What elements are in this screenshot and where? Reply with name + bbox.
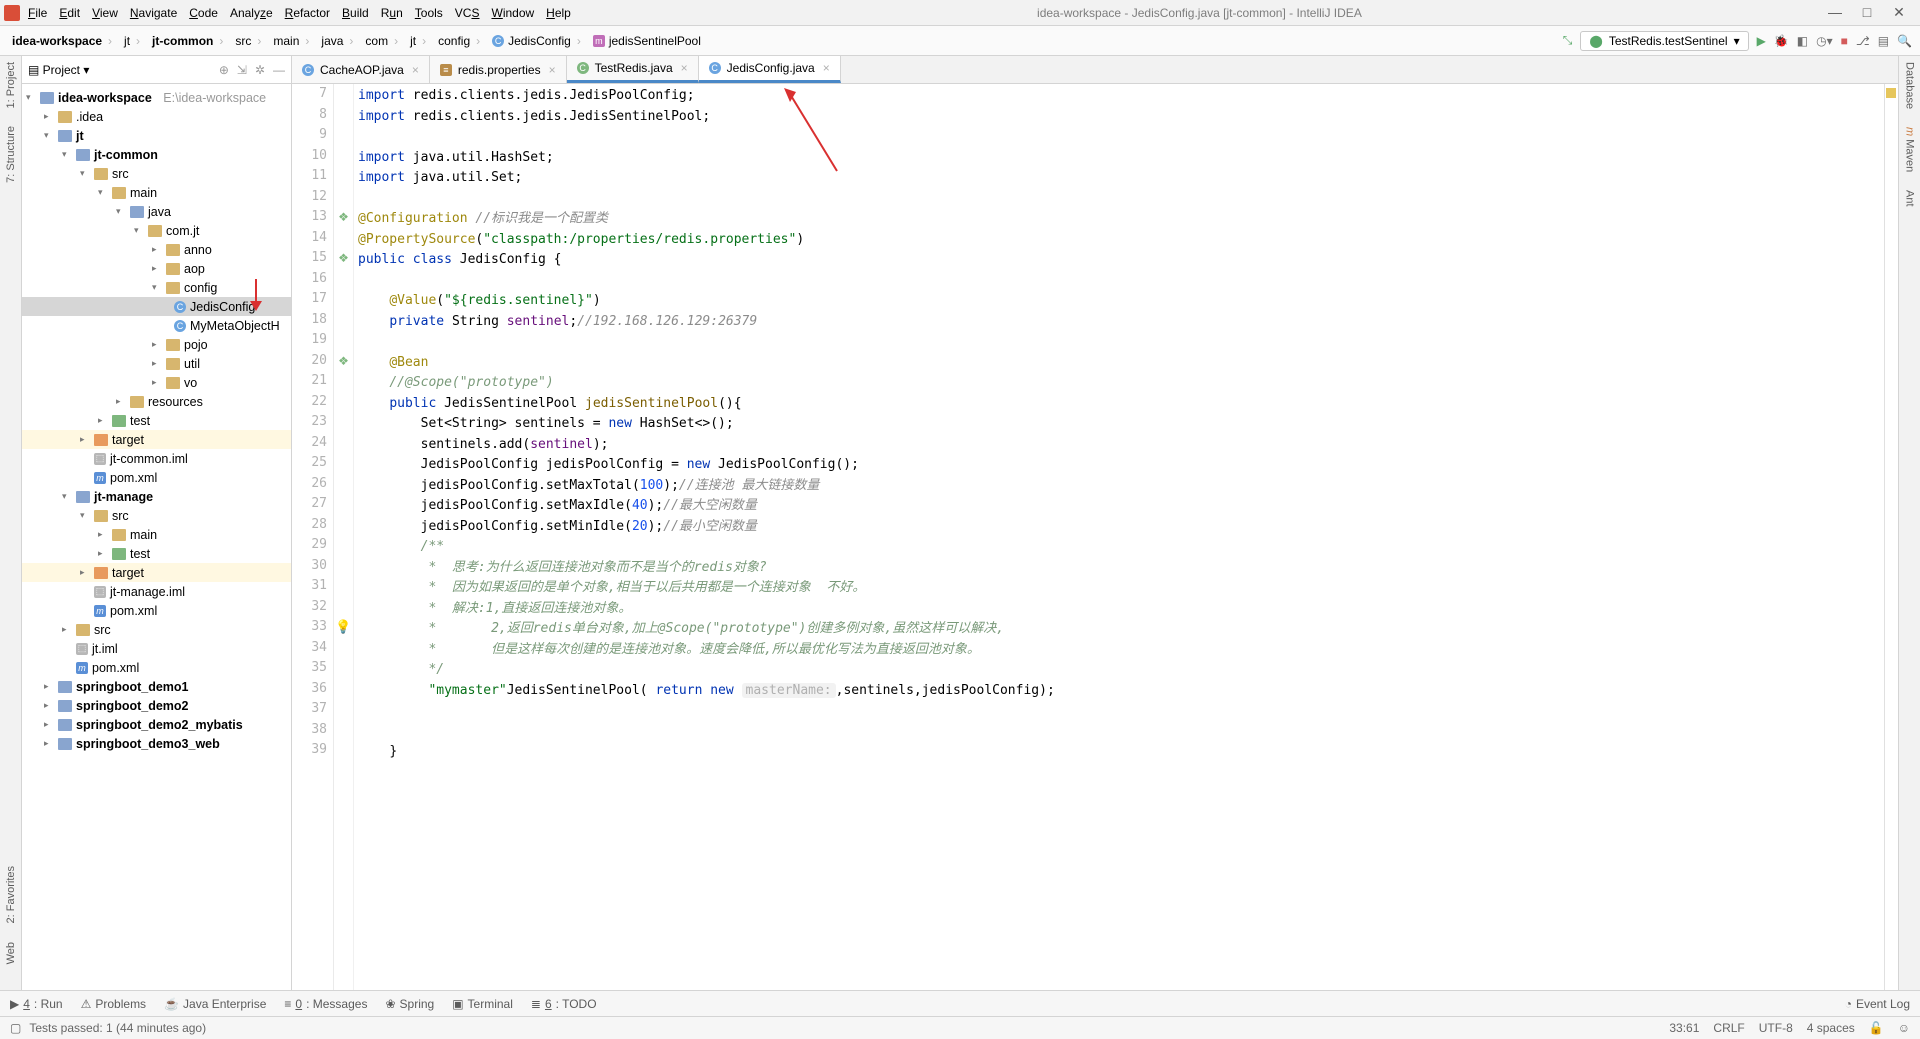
tool-database[interactable]: Database: [1904, 62, 1916, 109]
error-stripe[interactable]: [1884, 84, 1898, 990]
tool-maven[interactable]: m Maven: [1904, 127, 1916, 172]
status-bar: ▢ Tests passed: 1 (44 minutes ago) 33:61…: [0, 1016, 1920, 1039]
line-numbers: 7891011121314151617181920212223242526272…: [292, 84, 334, 990]
close-icon[interactable]: ✕: [1892, 4, 1906, 21]
crumb-idea-workspace[interactable]: idea-workspace›: [8, 32, 118, 50]
project-panel: ▤ Project ▾ ⊕ ⇲ ✲ — ▾idea-workspace E:\i…: [22, 56, 292, 990]
crumb-jt[interactable]: jt›: [120, 32, 146, 50]
locate-icon[interactable]: ⊕: [219, 63, 229, 77]
warning-marker-icon[interactable]: [1886, 88, 1896, 98]
menu-code[interactable]: Code: [189, 6, 218, 20]
menu-refactor[interactable]: Refactor: [285, 6, 330, 20]
tool-terminal[interactable]: ▣ Terminal: [452, 997, 513, 1011]
close-tab-icon[interactable]: ×: [681, 61, 688, 75]
menu-edit[interactable]: Edit: [59, 6, 80, 20]
right-tool-gutter: Database m Maven Ant: [1898, 56, 1920, 990]
tool-messages[interactable]: ≡ 0: Messages: [284, 997, 367, 1011]
crumb-com[interactable]: com›: [361, 32, 404, 50]
git-icon[interactable]: ⎇: [1856, 34, 1870, 48]
project-view-label[interactable]: ▤ Project ▾: [28, 63, 89, 77]
code-area[interactable]: 7891011121314151617181920212223242526272…: [292, 84, 1898, 990]
breadcrumb: idea-workspace› jt› jt-common› src› main…: [8, 32, 705, 50]
settings-icon[interactable]: ✲: [255, 63, 265, 77]
stop-icon[interactable]: ■: [1841, 34, 1848, 48]
gutter-icons: ❖❖❖💡: [334, 84, 354, 990]
tab-jedisconfig[interactable]: CJedisConfig.java×: [699, 56, 841, 83]
run-icon[interactable]: ▶: [1757, 34, 1766, 48]
tool-run[interactable]: ▶ 4: 4: RunRun: [10, 997, 63, 1011]
run-config-select[interactable]: ⬤TestRedis.testSentinel▾: [1580, 31, 1748, 51]
tab-cacheaop[interactable]: CCacheAOP.java×: [292, 56, 430, 83]
profile-icon[interactable]: ◷▾: [1816, 34, 1833, 48]
maximize-icon[interactable]: □: [1860, 4, 1874, 21]
menu-view[interactable]: View: [92, 6, 118, 20]
build-icon[interactable]: ⤡: [1563, 33, 1573, 48]
crumb-config[interactable]: config›: [434, 32, 486, 50]
debug-icon[interactable]: 🐞: [1774, 34, 1789, 48]
menu-help[interactable]: Help: [546, 6, 571, 20]
readonly-icon[interactable]: 🔓: [1869, 1021, 1884, 1035]
tool-project[interactable]: 1: Project: [5, 62, 17, 108]
close-tab-icon[interactable]: ×: [412, 63, 419, 77]
inspection-icon[interactable]: ☺: [1898, 1021, 1910, 1035]
menu-file[interactable]: FFileile: [28, 6, 47, 20]
expand-icon[interactable]: ⇲: [237, 63, 247, 77]
tool-java-ee[interactable]: ☕ Java Enterprise: [164, 997, 266, 1011]
tab-testredis[interactable]: CTestRedis.java×: [567, 56, 699, 83]
close-tab-icon[interactable]: ×: [823, 61, 830, 75]
minimize-icon[interactable]: —: [1828, 4, 1842, 21]
tree-selected-jedisconfig: CJedisConfig: [22, 297, 291, 316]
menu-navigate[interactable]: Navigate: [130, 6, 177, 20]
status-bar-icon[interactable]: ▢: [10, 1021, 21, 1035]
app-logo-icon: [4, 5, 20, 21]
tool-favorites[interactable]: 2: Favorites: [5, 866, 17, 923]
source-code[interactable]: import redis.clients.jedis.JedisPoolConf…: [354, 84, 1884, 990]
event-log[interactable]: ◔ Event Log: [1845, 997, 1910, 1011]
close-tab-icon[interactable]: ×: [549, 63, 556, 77]
crumb-src[interactable]: src›: [231, 32, 267, 50]
file-encoding[interactable]: UTF-8: [1759, 1021, 1793, 1035]
tool-spring[interactable]: ❀ Spring: [385, 997, 434, 1011]
crumb-class[interactable]: CJedisConfig›: [488, 32, 587, 50]
tool-problems[interactable]: ⚠ Problems: [81, 997, 146, 1011]
tool-ant[interactable]: Ant: [1904, 190, 1916, 207]
menu-analyze[interactable]: Analyze: [230, 6, 273, 20]
structure-icon[interactable]: ▤: [1878, 34, 1889, 48]
crumb-method[interactable]: mjedisSentinelPool: [589, 32, 705, 50]
hide-icon[interactable]: —: [273, 63, 285, 77]
crumb-main[interactable]: main›: [269, 32, 315, 50]
menu-run[interactable]: Run: [381, 6, 403, 20]
tool-todo[interactable]: ≣ 6: TODO: [531, 997, 597, 1011]
left-tool-gutter: 1: Project 7: Structure 2: Favorites Web: [0, 56, 22, 990]
caret-position[interactable]: 33:61: [1669, 1021, 1699, 1035]
line-separator[interactable]: CRLF: [1713, 1021, 1744, 1035]
status-message: Tests passed: 1 (44 minutes ago): [29, 1021, 206, 1035]
window-title: idea-workspace - JedisConfig.java [jt-co…: [571, 6, 1828, 20]
main-menu: FFileile Edit View Navigate Code Analyze…: [28, 6, 571, 20]
editor-tabs: CCacheAOP.java× ≡redis.properties× CTest…: [292, 56, 1898, 84]
tool-web[interactable]: Web: [5, 942, 17, 964]
indent-setting[interactable]: 4 spaces: [1807, 1021, 1855, 1035]
search-icon[interactable]: 🔍: [1897, 34, 1912, 48]
bottom-tool-bar: ▶ 4: 4: RunRun ⚠ Problems ☕ Java Enterpr…: [0, 990, 1920, 1016]
titlebar: FFileile Edit View Navigate Code Analyze…: [0, 0, 1920, 26]
annotation-arrow-icon: [782, 86, 852, 176]
crumb-jt-common[interactable]: jt-common›: [148, 32, 229, 50]
menu-vcs[interactable]: VCS: [455, 6, 480, 20]
crumb-jt2[interactable]: jt›: [406, 32, 432, 50]
crumb-java[interactable]: java›: [317, 32, 359, 50]
menu-build[interactable]: Build: [342, 6, 369, 20]
tool-structure[interactable]: 7: Structure: [5, 126, 17, 183]
navigation-bar: idea-workspace› jt› jt-common› src› main…: [0, 26, 1920, 56]
menu-window[interactable]: Window: [491, 6, 534, 20]
editor: CCacheAOP.java× ≡redis.properties× CTest…: [292, 56, 1898, 990]
project-tree[interactable]: ▾idea-workspace E:\idea-workspace ▸.idea…: [22, 84, 291, 990]
coverage-icon[interactable]: ◧: [1797, 34, 1808, 48]
tab-redisprops[interactable]: ≡redis.properties×: [430, 56, 567, 83]
menu-tools[interactable]: Tools: [415, 6, 443, 20]
